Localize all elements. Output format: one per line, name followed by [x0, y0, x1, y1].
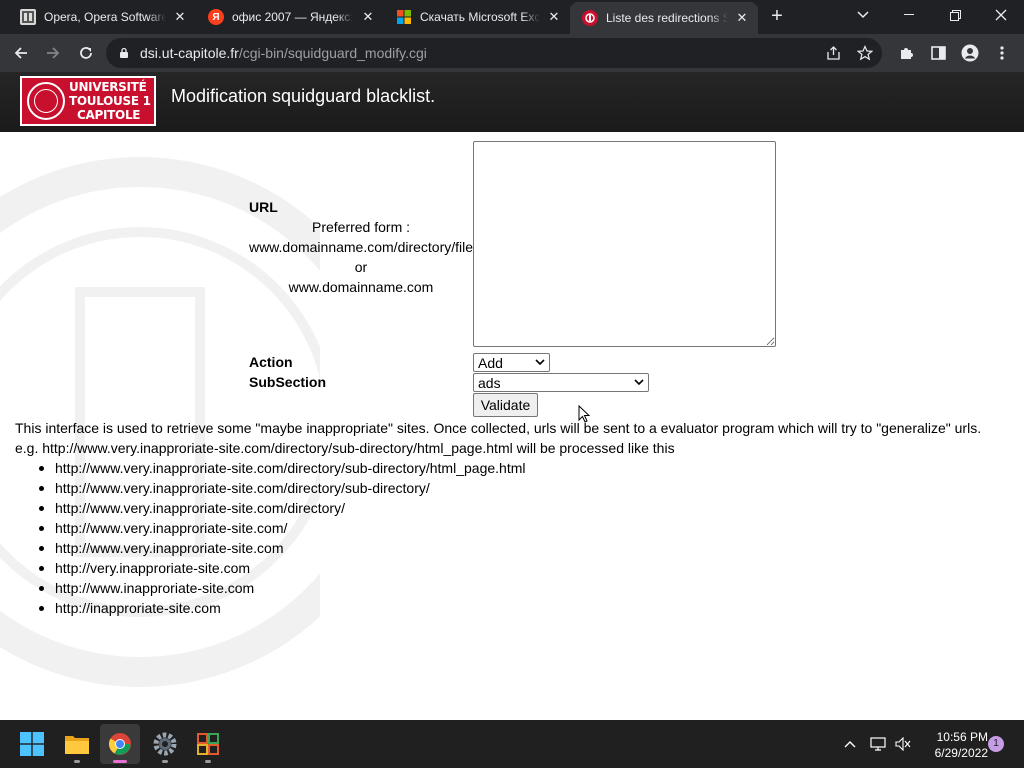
tab-active-redirections[interactable]: Liste des redirections S ✕ [570, 2, 758, 34]
tab-search-chevron-icon[interactable] [840, 0, 886, 30]
system-clock[interactable]: 10:56 PM 6/29/2022 [918, 729, 988, 761]
yandex-favicon-icon: Я [208, 9, 224, 25]
list-item: http://www.very.inapproriate-site.com/di… [38, 460, 526, 476]
tab-title: офис 2007 — Яндекс: н [232, 10, 354, 24]
back-arrow-icon [14, 47, 27, 59]
back-button[interactable] [8, 40, 34, 66]
tab-title: Скачать Microsoft Exce [420, 10, 540, 24]
address-bar[interactable]: dsi.ut-capitole.fr/cgi-bin/squidguard_mo… [106, 38, 882, 68]
browser-toolbar: dsi.ut-capitole.fr/cgi-bin/squidguard_mo… [0, 34, 1024, 72]
action-select[interactable]: Add [473, 353, 550, 372]
file-explorer-icon[interactable] [57, 724, 97, 764]
chevron-down-icon [634, 379, 644, 386]
running-indicator [205, 760, 211, 763]
chrome-menu-icon[interactable] [989, 40, 1015, 66]
list-item: http://www.very.inapproriate-site.com/di… [38, 478, 525, 498]
url-host: dsi.ut-capitole.fr [140, 45, 239, 61]
minimize-button[interactable] [886, 0, 932, 30]
reload-button[interactable] [73, 40, 99, 66]
mouse-cursor-icon [578, 405, 590, 423]
clock-date: 6/29/2022 [934, 746, 988, 760]
lock-icon [120, 47, 128, 58]
list-item: http://www.very.inapproriate-site.com [38, 538, 525, 558]
new-tab-button[interactable]: + [766, 5, 788, 27]
microsoft-favicon-icon [396, 9, 412, 25]
running-indicator [113, 760, 127, 763]
restore-button[interactable] [932, 0, 978, 30]
volume-muted-icon[interactable] [893, 720, 913, 768]
reload-icon [80, 47, 92, 59]
extensions-puzzle-icon[interactable] [893, 40, 919, 66]
tab-title: Opera, Opera Software [44, 10, 166, 24]
tab-close-icon[interactable]: ✕ [360, 9, 376, 25]
side-panel-icon[interactable] [925, 40, 951, 66]
url-path: /cgi-bin/squidguard_modify.cgi [238, 45, 427, 61]
ut-capitole-favicon-icon [582, 10, 598, 26]
opera-favicon-icon [20, 9, 36, 25]
validate-button[interactable]: Validate [473, 393, 538, 417]
list-item: http://www.very.inapproriate-site.com/di… [38, 498, 525, 518]
profile-avatar-icon[interactable] [957, 40, 983, 66]
url-hint-line-1: Preferred form : [311, 219, 411, 235]
subsection-select[interactable]: ads [473, 373, 649, 392]
tab-close-icon[interactable]: ✕ [172, 9, 188, 25]
url-hint-line-4: www.domainname.com [288, 279, 434, 295]
show-hidden-icons-chevron-icon[interactable] [840, 720, 860, 768]
bookmark-star-icon[interactable] [856, 44, 874, 62]
url-hint-line-3: or [354, 259, 368, 275]
page-viewport: UNIVERSITÉ TOULOUSE 1 CAPITOLE Modificat… [0, 72, 1024, 720]
settings-icon[interactable] [145, 724, 185, 764]
tab-yandex[interactable]: Я офис 2007 — Яндекс: н ✕ [196, 0, 384, 34]
windows-taskbar: 10:56 PM 6/29/2022 [0, 720, 1024, 768]
tab-close-icon[interactable]: ✕ [546, 9, 562, 25]
url-text: dsi.ut-capitole.fr/cgi-bin/squidguard_mo… [140, 45, 427, 61]
app-icon[interactable] [188, 724, 228, 764]
forward-button[interactable] [40, 40, 66, 66]
tab-microsoft[interactable]: Скачать Microsoft Exce ✕ [384, 0, 570, 34]
url-textarea[interactable] [473, 141, 776, 347]
tab-close-icon[interactable]: ✕ [734, 10, 750, 26]
notification-badge[interactable]: 1 [988, 736, 1004, 752]
action-selected-value: Add [478, 354, 503, 371]
running-indicator [74, 760, 80, 763]
action-label: Action [249, 354, 293, 370]
generalization-examples-list: http://www.very.inapproriate-site.com/di… [38, 458, 526, 618]
share-icon[interactable] [824, 44, 842, 62]
display-icon[interactable] [868, 720, 888, 768]
chevron-down-icon [535, 359, 545, 366]
running-indicator [162, 760, 168, 763]
tab-opera[interactable]: Opera, Opera Software ✕ [8, 0, 196, 34]
tab-title: Liste des redirections S [606, 11, 728, 25]
info-paragraph: This interface is used to retrieve some … [15, 420, 982, 436]
chrome-icon[interactable] [100, 724, 140, 764]
list-item: http://inapproriate-site.com [38, 598, 525, 618]
clock-time: 10:56 PM [936, 730, 988, 744]
url-hint-line-2: www.domainname.com/directory/file [248, 239, 474, 255]
subsection-selected-value: ads [478, 374, 501, 391]
list-item: http://www.inapproriate-site.com [38, 578, 525, 598]
list-item: http://www.very.inapproriate-site.com/ [38, 518, 525, 538]
list-item: http://very.inapproriate-site.com [38, 558, 525, 578]
subsection-label: SubSection [249, 374, 327, 390]
browser-tab-strip: Opera, Opera Software ✕ Я офис 2007 — Ян… [0, 0, 1024, 34]
example-intro: e.g. http://www.very.inapproriate-site.c… [15, 440, 675, 456]
forward-arrow-icon [47, 47, 60, 59]
url-label: URL [249, 199, 278, 215]
blacklist-form: URL Preferred form : www.domainname.com/… [0, 72, 1024, 720]
close-window-button[interactable] [978, 0, 1024, 30]
windows-start-icon[interactable] [12, 724, 52, 764]
